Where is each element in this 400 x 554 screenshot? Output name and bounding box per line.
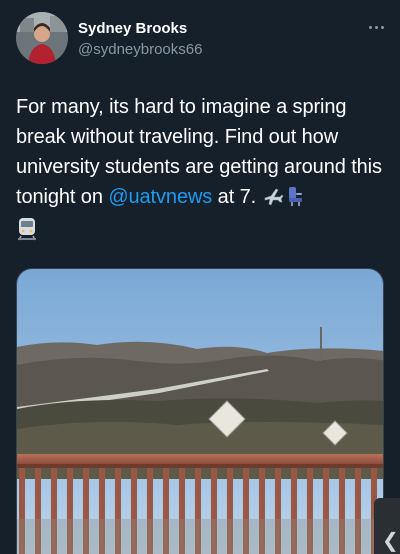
tweet-text-tail: at 7. [212, 186, 262, 208]
airplane-icon [262, 185, 284, 216]
seat-icon [284, 185, 306, 216]
chevron-left-icon: ❮ [382, 528, 399, 552]
train-icon [16, 217, 38, 250]
tweet-text: For many, its hard to imagine a spring b… [16, 92, 388, 250]
collapse-handle[interactable]: ❮ [374, 498, 400, 554]
author-handle[interactable]: @sydneybrooks66 [78, 41, 202, 58]
tweet: Sydney Brooks @sydneybrooks66 For many, … [0, 0, 400, 554]
tweet-photo[interactable] [16, 268, 384, 554]
mention-link[interactable]: @uatvnews [108, 186, 212, 208]
avatar[interactable] [16, 12, 68, 64]
more-horizontal-icon[interactable] [364, 18, 388, 36]
author-name[interactable]: Sydney Brooks [78, 20, 187, 37]
